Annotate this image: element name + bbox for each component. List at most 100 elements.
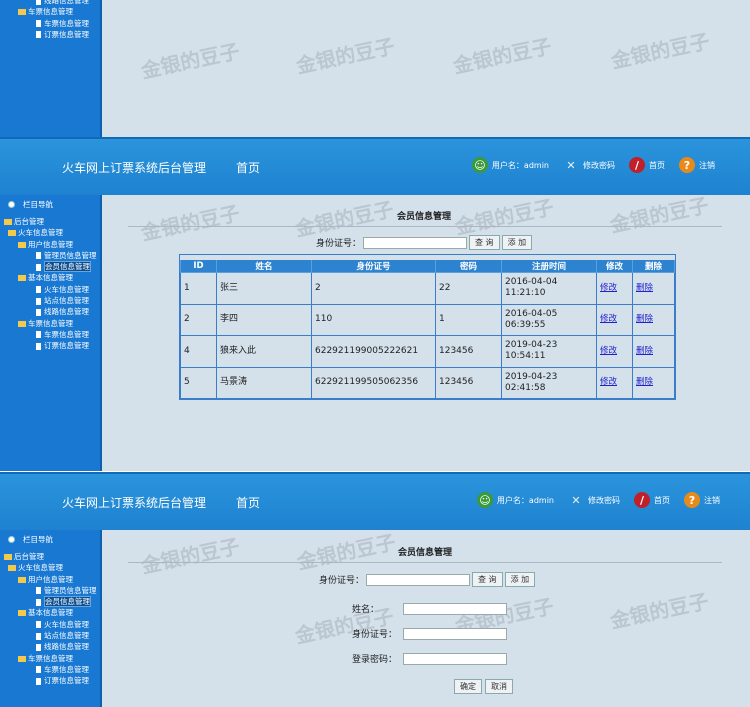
- tree-basic-group[interactable]: 基本信息管理: [4, 607, 97, 618]
- tree-user-group[interactable]: 用户信息管理: [4, 574, 97, 585]
- divider: [128, 226, 722, 227]
- watermark: 金银的豆子: [607, 588, 711, 634]
- app-title: 火车网上订票系统后台管理: [62, 496, 207, 510]
- tree-admin-info[interactable]: 管理员信息管理: [4, 250, 97, 261]
- edit-link[interactable]: 修改: [600, 377, 617, 387]
- tree-route-info[interactable]: 线路信息管理: [4, 641, 97, 652]
- folder-icon: [18, 9, 26, 16]
- tree-station-info[interactable]: 站点信息管理: [4, 295, 97, 306]
- tree-order-info[interactable]: 订票信息管理: [4, 340, 97, 351]
- idcard-label: 身份证号：: [352, 630, 398, 640]
- idcard-search-input[interactable]: [366, 573, 471, 586]
- logout-button[interactable]: ? 注销: [679, 157, 715, 173]
- password-label: 登录密码：: [352, 655, 398, 665]
- tree-ticket-info[interactable]: 车票信息管理: [4, 664, 97, 675]
- user-avatar-icon: ☺: [471, 157, 488, 173]
- document-icon: [36, 621, 41, 629]
- edit-link[interactable]: 修改: [600, 283, 617, 293]
- tree-ticket-group[interactable]: 车票信息管理: [4, 6, 89, 17]
- document-icon: [36, 643, 41, 651]
- add-button[interactable]: 添 加: [504, 572, 536, 587]
- edit-link[interactable]: 修改: [600, 314, 617, 324]
- name-input[interactable]: [403, 602, 507, 615]
- delete-link[interactable]: 删除: [636, 346, 653, 356]
- cancel-button[interactable]: 取消: [485, 679, 513, 694]
- tree-ticket-group[interactable]: 车票信息管理: [4, 318, 97, 329]
- home-button[interactable]: / 首页: [634, 492, 670, 508]
- nav-icon: [8, 201, 15, 208]
- tree-admin-info[interactable]: 管理员信息管理: [4, 585, 97, 596]
- tree-route-info[interactable]: 线路信息管理: [4, 306, 97, 317]
- edit-link[interactable]: 修改: [600, 346, 617, 356]
- tree-member-info[interactable]: 会员信息管理: [4, 261, 97, 273]
- home-button[interactable]: / 首页: [629, 157, 665, 173]
- document-icon: [36, 31, 41, 39]
- confirm-button[interactable]: 确定: [454, 679, 482, 694]
- tree-train-info[interactable]: 火车信息管理: [4, 619, 97, 630]
- header-home-link[interactable]: 首页: [236, 494, 260, 511]
- tree-train[interactable]: 火车信息管理: [4, 562, 97, 573]
- tree-train[interactable]: 火车信息管理: [4, 227, 97, 238]
- tree-ticket-info[interactable]: 车票信息管理: [4, 18, 89, 29]
- change-password-button[interactable]: ✕ 修改密码: [563, 157, 615, 173]
- folder-icon: [8, 230, 16, 237]
- folder-icon: [18, 320, 26, 327]
- cell-name: 张三: [216, 272, 312, 305]
- nav-header: 栏目导航: [8, 199, 53, 210]
- logout-button[interactable]: ? 注销: [684, 492, 720, 508]
- tree-station-info[interactable]: 站点信息管理: [4, 630, 97, 641]
- cell-edit: 修改: [596, 303, 633, 336]
- tree-root[interactable]: 后台管理: [4, 216, 97, 227]
- tree-member-info[interactable]: 会员信息管理: [4, 596, 97, 608]
- folder-icon: [18, 275, 26, 282]
- folder-icon: [4, 554, 12, 560]
- query-button[interactable]: 查 询: [469, 235, 500, 250]
- cell-id: 4: [180, 335, 217, 368]
- watermark: 金银的豆子: [293, 33, 397, 79]
- idcard-input[interactable]: [403, 627, 507, 640]
- cell-delete: 删除: [632, 335, 675, 368]
- tree-order-info[interactable]: 订票信息管理: [4, 29, 89, 40]
- cell-password: 123456: [435, 335, 502, 368]
- name-label: 姓名：: [352, 605, 380, 615]
- table-row: 4 狼来入此 622921199005222621 123456 2019-04-23 1…: [180, 335, 675, 368]
- delete-link[interactable]: 删除: [636, 314, 653, 324]
- folder-icon: [8, 565, 16, 572]
- cell-idcard: 622921199505062356: [311, 366, 436, 399]
- password-input[interactable]: [403, 652, 507, 665]
- help-icon: ?: [684, 492, 700, 508]
- document-icon: [36, 331, 41, 339]
- nav-header: 栏目导航: [8, 534, 53, 545]
- tree-ticket-info[interactable]: 车票信息管理: [4, 329, 97, 340]
- delete-link[interactable]: 删除: [636, 283, 653, 293]
- tree-root[interactable]: 后台管理: [4, 551, 97, 562]
- tree-basic-group[interactable]: 基本信息管理: [4, 272, 97, 283]
- sidebar: 栏目导航 后台管理 火车信息管理 用户信息管理 管理员信息管理 会员信息管理 基…: [0, 530, 102, 707]
- header-home-link[interactable]: 首页: [236, 159, 260, 176]
- document-icon: [36, 677, 41, 685]
- add-button[interactable]: 添 加: [501, 235, 533, 250]
- tree-user-group[interactable]: 用户信息管理: [4, 239, 97, 250]
- folder-icon: [4, 219, 12, 225]
- header: 火车网上订票系统后台管理 首页 ☺ 用户名：admin ✕ 修改密码 / 首页 ? 注销: [0, 472, 750, 530]
- header: 火车网上订票系统后台管理 首页 ☺ 用户名：admin ✕ 修改密码 / 首页 ? 注销: [0, 137, 750, 195]
- panel-top: 线路信息管理 车票信息管理 车票信息管理 订票信息管理 金银的豆子 金银的豆子 …: [0, 0, 750, 137]
- tree-train-info[interactable]: 火车信息管理: [4, 284, 97, 295]
- document-icon: [36, 598, 41, 606]
- tree-ticket-group[interactable]: 车票信息管理: [4, 653, 97, 664]
- cell-delete: 删除: [632, 303, 675, 336]
- table-row: 5 马景涛 622921199505062356 123456 2019-04-23 02…: [180, 366, 675, 399]
- watermark: 金银的豆子: [138, 38, 242, 84]
- tools-icon: ✕: [566, 158, 576, 172]
- cell-name: 狼来入此: [216, 335, 312, 368]
- nav-icon: [8, 536, 15, 543]
- idcard-search-input[interactable]: [363, 236, 468, 249]
- cell-idcard: 622921199005222621: [311, 335, 436, 368]
- delete-link[interactable]: 删除: [636, 377, 653, 387]
- cell-password: 123456: [435, 366, 502, 399]
- change-password-button[interactable]: ✕ 修改密码: [568, 492, 620, 508]
- cell-idcard: 110: [311, 303, 436, 336]
- query-button[interactable]: 查 询: [472, 572, 503, 587]
- home-icon: /: [634, 492, 650, 508]
- tree-order-info[interactable]: 订票信息管理: [4, 675, 97, 686]
